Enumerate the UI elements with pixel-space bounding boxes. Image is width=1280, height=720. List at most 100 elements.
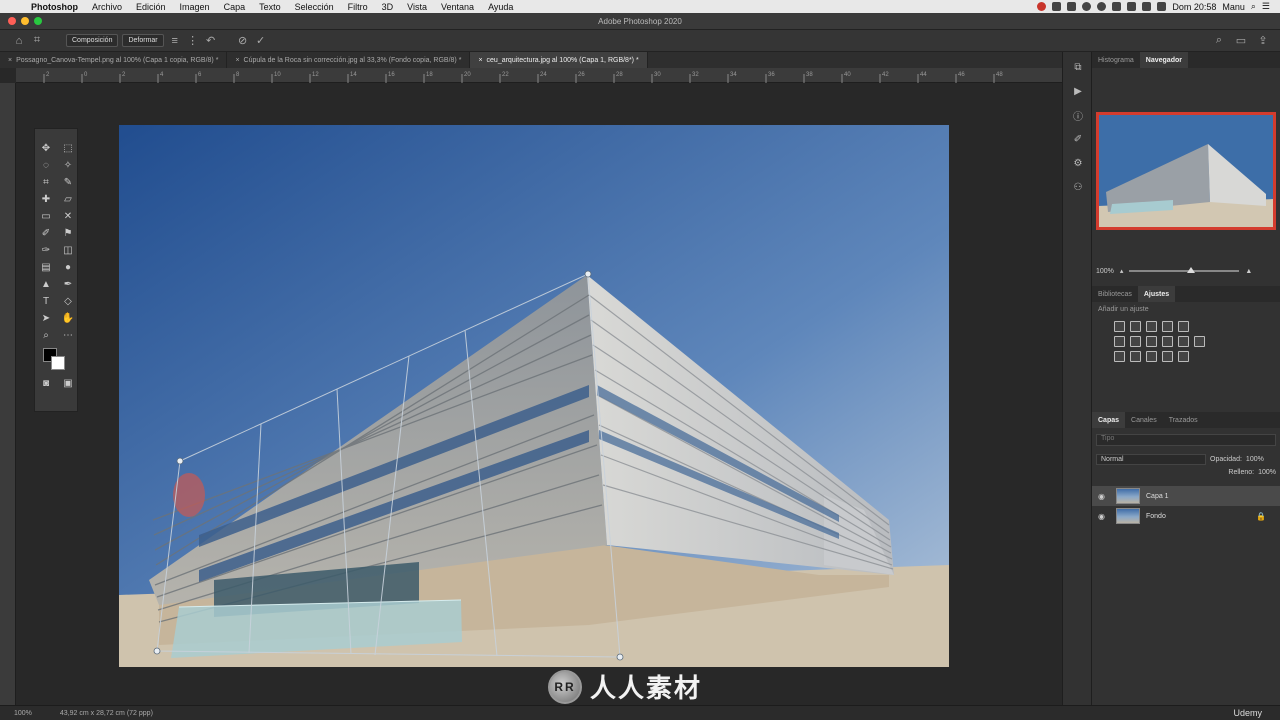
menu-3d[interactable]: 3D [375, 2, 401, 12]
menu-archivo[interactable]: Archivo [85, 2, 129, 12]
tab-paths[interactable]: Trazados [1163, 412, 1204, 428]
close-icon[interactable]: × [8, 57, 12, 64]
info-icon[interactable]: ⓘ [1063, 106, 1093, 124]
navigator-thumbnail[interactable] [1096, 112, 1276, 230]
channel-mixer-adj-icon[interactable] [1178, 336, 1189, 347]
crop-tool-icon[interactable]: ⌗ [35, 175, 57, 189]
background-color[interactable] [51, 356, 65, 370]
workspace-icon[interactable]: ▭ [1234, 34, 1248, 48]
frame-tool-icon[interactable]: ▭ [35, 209, 57, 223]
fill-value[interactable]: 100% [1258, 469, 1276, 476]
color-swatches[interactable] [41, 346, 77, 372]
bluetooth-icon[interactable] [1112, 2, 1122, 11]
share-icon[interactable]: ⇪ [1256, 34, 1270, 48]
brightness-adj-icon[interactable] [1114, 321, 1125, 332]
quick-mask-icon[interactable]: ◙ [35, 376, 57, 390]
visibility-eye-icon[interactable]: ◉ [1098, 512, 1110, 521]
brush-tool-icon[interactable]: ✐ [35, 226, 57, 240]
more-tools-icon[interactable]: ⋯ [57, 328, 79, 342]
menu-imagen[interactable]: Imagen [173, 2, 217, 12]
warp-tool-icon[interactable]: ⌗ [30, 34, 44, 48]
history-icon[interactable]: ⧉ [1063, 58, 1093, 76]
menu-filtro[interactable]: Filtro [341, 2, 375, 12]
eraser-tool-icon[interactable]: ◫ [57, 243, 79, 257]
visibility-eye-icon[interactable]: ◉ [1098, 492, 1110, 501]
tab-cupula[interactable]: × Cúpula de la Roca sin corrección.jpg al… [227, 52, 471, 68]
invert-adj-icon[interactable] [1114, 351, 1125, 362]
volume-icon[interactable] [1142, 2, 1152, 11]
perspective-crop-icon[interactable]: ✕ [57, 209, 79, 223]
record-icon[interactable] [1037, 2, 1047, 11]
tab-navigator[interactable]: Navegador [1139, 52, 1188, 68]
curves-adj-icon[interactable] [1146, 321, 1157, 332]
glyphs-icon[interactable]: ⚇ [1063, 178, 1093, 196]
threshold-adj-icon[interactable] [1146, 351, 1157, 362]
marquee-tool-icon[interactable]: ⬚ [57, 141, 79, 155]
actions-icon[interactable]: ▶ [1063, 82, 1093, 100]
deformar-button[interactable]: Deformar [122, 34, 164, 47]
zoom-tool-icon[interactable]: ⌕ [35, 328, 57, 342]
history-brush-icon[interactable]: ✑ [35, 243, 57, 257]
layer-filter-input[interactable]: Tipo [1096, 434, 1276, 446]
wifi-icon[interactable] [1127, 2, 1137, 11]
composicion-button[interactable]: Composición [66, 34, 119, 47]
timemachine-icon[interactable] [1097, 2, 1107, 11]
healing-brush-icon[interactable]: ✚ [35, 192, 57, 206]
list-icon[interactable]: ☰ [1262, 1, 1270, 12]
eyedropper-icon[interactable]: ✎ [57, 175, 79, 189]
clock[interactable]: Dom 20:58 [1172, 2, 1216, 12]
hue-sat-adj-icon[interactable] [1114, 336, 1125, 347]
color-balance-adj-icon[interactable] [1130, 336, 1141, 347]
menu-texto[interactable]: Texto [252, 2, 288, 12]
undo-icon[interactable]: ↶ [204, 34, 218, 48]
direct-select-icon[interactable]: ➤ [35, 311, 57, 325]
gradient-tool-icon[interactable]: ▤ [35, 260, 57, 274]
layer-capa-1[interactable]: ◉ Capa 1 [1092, 486, 1280, 506]
lock-icon[interactable]: 🔒 [1256, 512, 1266, 521]
bw-adj-icon[interactable] [1146, 336, 1157, 347]
zoom-in-icon[interactable]: ▲ [1245, 268, 1252, 275]
tab-adjustments[interactable]: Ajustes [1137, 286, 1176, 302]
horizontal-ruler[interactable]: 2 0 2 4 6 8 10 12 14 16 18 20 22 24 26 28 30 32 34 36 38 40 42… [16, 68, 1062, 83]
dropbox-icon[interactable] [1052, 2, 1062, 11]
menu-edicion[interactable]: Edición [129, 2, 173, 12]
menu-ventana[interactable]: Ventana [434, 2, 481, 12]
align-icon[interactable]: ≡ [168, 34, 182, 48]
cancel-transform-icon[interactable]: ⊘ [236, 34, 250, 48]
status-zoom[interactable]: 100% [14, 710, 32, 717]
status-doc-size[interactable]: 43,92 cm x 28,72 cm (72 ppp) [60, 710, 153, 717]
zoom-slider[interactable] [1129, 267, 1240, 273]
brush-settings-icon[interactable]: ✐ [1063, 130, 1093, 148]
menu-seleccion[interactable]: Selección [288, 2, 341, 12]
tab-ceu-arquitectura[interactable]: × ceu_arquitectura.jpg al 100% (Capa 1, R… [470, 52, 648, 68]
gradient-map-adj-icon[interactable] [1178, 351, 1189, 362]
layer-fondo[interactable]: ◉ Fondo 🔒 [1092, 506, 1280, 526]
vibrance-adj-icon[interactable] [1178, 321, 1189, 332]
zoom-slider-knob[interactable] [1187, 267, 1196, 273]
search-icon[interactable]: ⌕ [1212, 34, 1226, 48]
selective-color-adj-icon[interactable] [1162, 351, 1173, 362]
home-icon[interactable]: ⌂ [12, 34, 26, 48]
sharpen-tool-icon[interactable]: ▲ [35, 277, 57, 291]
tab-channels[interactable]: Canales [1125, 412, 1163, 428]
tab-histogram[interactable]: Histograma [1092, 52, 1140, 68]
pen-tool-icon[interactable]: ✒ [57, 277, 79, 291]
menu-app[interactable]: Photoshop [24, 2, 85, 12]
screen-mode-icon[interactable]: ▣ [57, 376, 79, 390]
close-icon[interactable]: × [235, 57, 239, 64]
document-image[interactable] [119, 125, 949, 667]
photo-filter-adj-icon[interactable] [1162, 336, 1173, 347]
lasso-tool-icon[interactable]: ◌ [35, 158, 57, 172]
color-lookup-adj-icon[interactable] [1194, 336, 1205, 347]
screen-icon[interactable] [1067, 2, 1077, 11]
tab-libraries[interactable]: Bibliotecas [1092, 286, 1138, 302]
ruler-tool-icon[interactable]: ▱ [57, 192, 79, 206]
type-tool-icon[interactable]: T [35, 294, 57, 308]
vertical-ruler[interactable] [0, 83, 16, 705]
search-icon[interactable]: ⌕ [1251, 1, 1256, 12]
close-icon[interactable]: × [478, 57, 482, 64]
blur-tool-icon[interactable]: ● [57, 260, 79, 274]
battery-icon[interactable] [1157, 2, 1167, 11]
tab-layers[interactable]: Capas [1092, 412, 1126, 428]
commit-transform-icon[interactable]: ✓ [254, 34, 268, 48]
